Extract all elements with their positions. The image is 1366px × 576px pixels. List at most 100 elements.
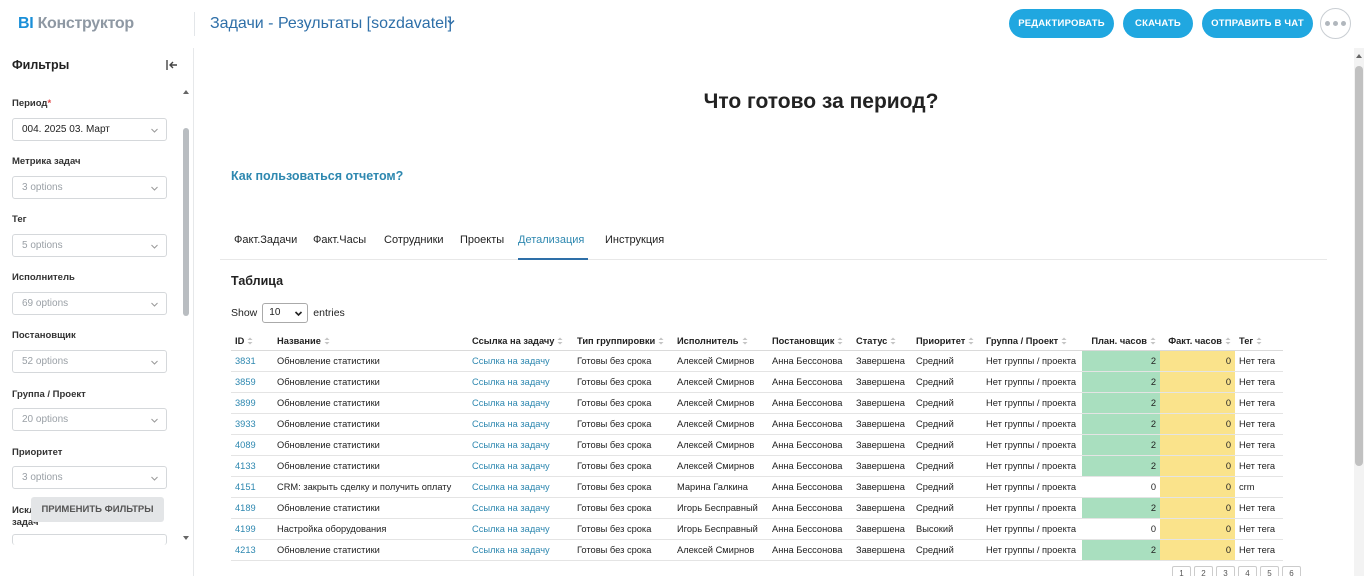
table-cell: Алексей Смирнов [673,413,768,435]
task-link[interactable]: Ссылка на задачу [468,539,573,561]
col-header[interactable]: Статус [852,332,912,351]
page-title[interactable]: Задачи - Результаты [sozdavatel] [210,15,452,33]
page-button[interactable]: 2 [1194,566,1213,576]
tab-employees[interactable]: Сотрудники [384,234,444,260]
collapse-sidebar-icon[interactable] [165,58,179,72]
entries-select[interactable]: 10 [262,303,309,323]
task-metric-select[interactable]: 3 options [12,176,167,199]
tab-fact-hours[interactable]: Факт.Часы [313,234,366,260]
send-to-chat-button[interactable]: Отправить в чат [1202,9,1313,38]
filter-label-group: Группа / Проект [12,389,86,400]
sort-icon [968,337,974,345]
assignee-select[interactable]: 69 options [12,292,167,315]
col-header[interactable]: Тип группировки [573,332,673,351]
tab-projects[interactable]: Проекты [460,234,504,260]
sort-icon [324,337,330,345]
task-id-link[interactable]: 3899 [231,392,273,414]
exclude-metric-select[interactable] [12,534,167,545]
col-header[interactable]: План. часов [1082,332,1160,351]
task-link[interactable]: Ссылка на задачу [468,413,573,435]
task-link[interactable]: Ссылка на задачу [468,434,573,456]
task-id-link[interactable]: 4189 [231,497,273,519]
chevron-down-icon[interactable] [445,16,457,28]
sidebar-scrollbar-thumb[interactable] [183,128,189,316]
apply-filters-button[interactable]: Применить фильтры [31,497,164,522]
task-id-link[interactable]: 4151 [231,476,273,498]
scroll-up-icon[interactable] [1355,52,1363,60]
task-link[interactable]: Ссылка на задачу [468,392,573,414]
page-button[interactable]: 5 [1260,566,1279,576]
task-id-link[interactable]: 4089 [231,434,273,456]
table-cell: Нет тега [1235,539,1283,561]
fact-hours-cell: 0 [1160,497,1235,519]
task-link[interactable]: Ссылка на задачу [468,476,573,498]
task-id-link[interactable]: 3831 [231,350,273,372]
table-cell: Алексей Смирнов [673,455,768,477]
col-header[interactable]: ID [231,332,273,351]
app-logo[interactable]: BI Конструктор [18,15,134,33]
table-row: 3859 Обновление статистики Ссылка на задач… [231,371,1283,393]
tab-instructions[interactable]: Инструкция [605,234,664,260]
col-header[interactable]: Группа / Проект [982,332,1082,351]
col-header[interactable]: Исполнитель [673,332,768,351]
table-cell: Готовы без срока [573,350,673,372]
more-options-button[interactable] [1320,8,1351,39]
report-title: Что готово за период? [703,90,939,113]
table-body: 3831 Обновление статистики Ссылка на задач… [231,350,1283,561]
pagination: 123456 [1172,566,1301,576]
task-link[interactable]: Ссылка на задачу [468,350,573,372]
creator-select[interactable]: 52 options [12,350,167,373]
table-cell: Анна Бессонова [768,350,852,372]
page-button[interactable]: 3 [1216,566,1235,576]
filter-label-task-metric: Метрика задач [12,156,81,167]
fact-hours-cell: 0 [1160,434,1235,456]
table-row: 3831 Обновление статистики Ссылка на задач… [231,350,1283,372]
scroll-up-icon[interactable] [182,88,190,96]
task-id-link[interactable]: 4199 [231,518,273,540]
priority-select[interactable]: 3 options [12,466,167,489]
task-link[interactable]: Ссылка на задачу [468,518,573,540]
edit-button[interactable]: Редактировать [1009,9,1114,38]
task-link[interactable]: Ссылка на задачу [468,497,573,519]
dot-icon [1325,21,1330,26]
entries-label: entries [313,307,345,319]
task-id-link[interactable]: 4133 [231,455,273,477]
table-cell: Игорь Бесправный [673,518,768,540]
chevron-down-icon [151,476,158,481]
table-row: 4189 Обновление статистики Ссылка на задач… [231,497,1283,519]
plan-hours-cell: 2 [1082,497,1160,519]
col-header[interactable]: Ссылка на задачу [468,332,573,351]
task-link[interactable]: Ссылка на задачу [468,455,573,477]
col-header[interactable]: Название [273,332,468,351]
fact-hours-cell: 0 [1160,476,1235,498]
col-header[interactable]: Факт. часов [1160,332,1235,351]
period-select[interactable]: 004. 2025 03. Март [12,118,167,141]
group-select[interactable]: 20 options [12,408,167,431]
table-cell: Средний [912,497,982,519]
page-button[interactable]: 4 [1238,566,1257,576]
task-id-link[interactable]: 3859 [231,371,273,393]
download-button[interactable]: Скачать [1123,9,1193,38]
how-to-link[interactable]: Как пользоваться отчетом? [231,169,403,183]
plan-hours-cell: 2 [1082,350,1160,372]
table-cell: Алексей Смирнов [673,350,768,372]
sort-icon [837,337,843,345]
tab-fact-tasks[interactable]: Факт.Задачи [234,234,297,260]
col-header[interactable]: Приоритет [912,332,982,351]
chevron-down-icon [151,418,158,423]
page-button[interactable]: 6 [1282,566,1301,576]
task-link[interactable]: Ссылка на задачу [468,371,573,393]
page-button[interactable]: 1 [1172,566,1191,576]
table-cell: Нет тега [1235,392,1283,414]
tag-select[interactable]: 5 options [12,234,167,257]
task-id-link[interactable]: 4213 [231,539,273,561]
table-cell: Анна Бессонова [768,497,852,519]
col-header[interactable]: Тег [1235,332,1283,351]
scroll-down-icon[interactable] [182,534,190,542]
task-id-link[interactable]: 3933 [231,413,273,435]
col-header[interactable]: Постановщик [768,332,852,351]
main-scrollbar-thumb[interactable] [1355,66,1363,466]
table-cell: Обновление статистики [273,497,468,519]
tab-details[interactable]: Детализация [518,234,588,260]
table-cell: CRM: закрыть сделку и получить оплату [273,476,468,498]
